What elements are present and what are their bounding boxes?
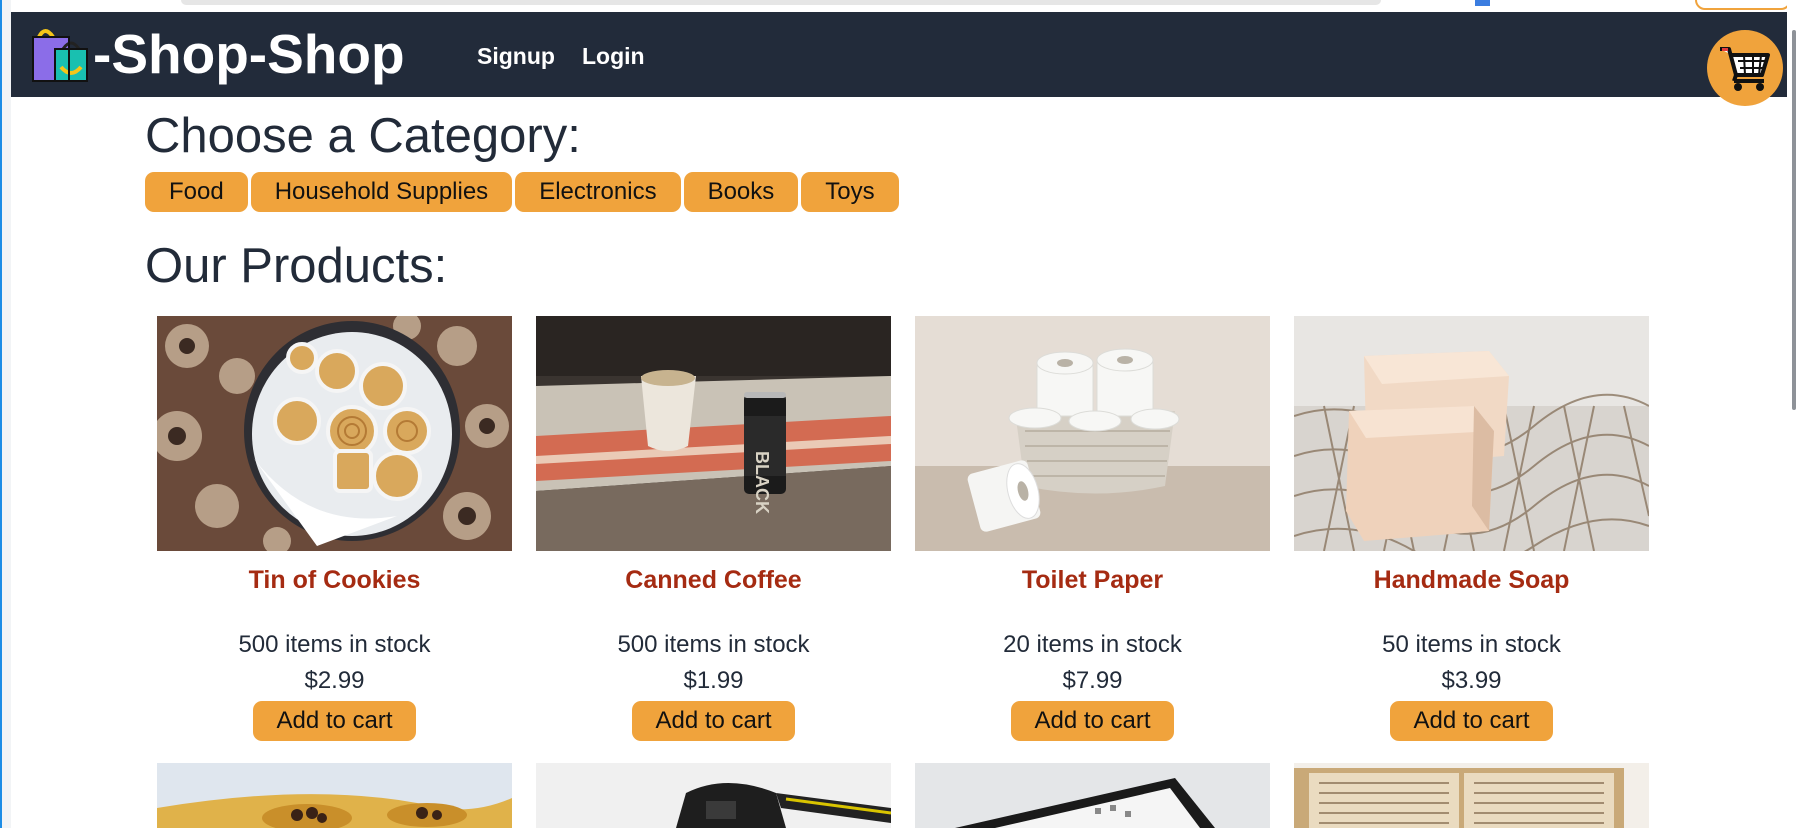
product-stock: 500 items in stock — [238, 631, 431, 658]
svg-text:BLACK: BLACK — [752, 451, 772, 514]
product-card: BLACK Canned Coffee 500 items in stock $… — [536, 316, 891, 741]
product-image[interactable] — [1294, 316, 1649, 551]
product-image[interactable] — [915, 763, 1270, 828]
signup-link[interactable]: Signup — [477, 43, 555, 70]
product-price: $7.99 — [1062, 667, 1123, 694]
cart-button[interactable] — [1707, 30, 1783, 106]
product-price: $3.99 — [1441, 667, 1502, 694]
brand[interactable]: -Shop-Shop — [29, 22, 405, 86]
category-list: Food Household Supplies Electronics Book… — [145, 172, 899, 212]
product-price: $2.99 — [304, 667, 365, 694]
product-price: $1.99 — [683, 667, 744, 694]
product-image[interactable] — [157, 763, 512, 828]
shopping-bags-icon — [32, 29, 88, 82]
add-to-cart-button[interactable]: Add to cart — [1390, 701, 1553, 741]
category-food[interactable]: Food — [145, 172, 248, 212]
add-to-cart-button[interactable]: Add to cart — [1011, 701, 1174, 741]
category-household-supplies[interactable]: Household Supplies — [250, 172, 513, 212]
product-image[interactable] — [1294, 763, 1649, 828]
product-image[interactable]: BLACK — [536, 316, 891, 551]
product-image[interactable] — [915, 316, 1270, 551]
product-card: Tin of Cookies 500 items in stock $2.99 … — [157, 316, 512, 741]
product-stock: 20 items in stock — [1003, 631, 1182, 658]
scrollbar[interactable] — [1787, 0, 1799, 828]
product-card: Handmade Soap 50 items in stock $3.99 Ad… — [1294, 316, 1649, 741]
browser-top-strip — [11, 0, 1799, 12]
navbar: -Shop-Shop Signup Login — [11, 12, 1799, 106]
shopping-cart-icon — [1720, 47, 1770, 91]
add-to-cart-button[interactable]: Add to cart — [632, 701, 795, 741]
category-toys[interactable]: Toys — [801, 172, 899, 212]
category-electronics[interactable]: Electronics — [515, 172, 681, 212]
product-name[interactable]: Handmade Soap — [1294, 566, 1649, 596]
add-to-cart-button[interactable]: Add to cart — [253, 701, 416, 741]
product-image[interactable] — [536, 763, 891, 828]
scrollbar-thumb[interactable] — [1792, 30, 1796, 410]
product-name[interactable]: Toilet Paper — [915, 566, 1270, 596]
product-stock: 500 items in stock — [617, 631, 810, 658]
category-books[interactable]: Books — [683, 172, 799, 212]
product-name[interactable]: Canned Coffee — [536, 566, 891, 596]
product-stock: 50 items in stock — [1382, 631, 1561, 658]
product-card: Toilet Paper 20 items in stock $7.99 Add… — [915, 316, 1270, 741]
products-heading: Our Products: — [145, 239, 448, 293]
brand-name: -Shop-Shop — [93, 23, 405, 85]
window-edge — [0, 0, 11, 828]
login-link[interactable]: Login — [582, 43, 645, 70]
category-heading: Choose a Category: — [145, 109, 581, 163]
product-image[interactable] — [157, 316, 512, 551]
product-name[interactable]: Tin of Cookies — [157, 566, 512, 596]
